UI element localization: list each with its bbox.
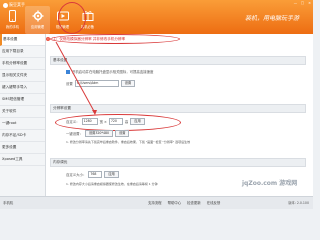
status-link-process[interactable]: 支持流程 [148,200,162,205]
memory-note: 1. 修改内存大小后请重启模拟器使修改生效，在重启后请等候 1 分钟 [66,182,158,186]
memory-input[interactable]: 768 [88,171,103,178]
quick-set-button-320[interactable]: 设置320*480 [84,130,114,137]
status-links: 支持流程 帮助中心 检查更新 在线反馈 [148,200,220,205]
resolution-note: 1. 修改分辨率请先下载完毕后重启软件，重启后效果，下载 "画面" 检查 "分辨… [66,140,190,144]
annotation-arrow-icon [55,41,97,115]
quick-set-button[interactable]: 设置 [115,130,130,137]
section-title: 内存调优 [50,158,306,167]
status-bar: 手机机 支持流程 帮助中心 检查更新 在线反馈 版本: 2.0.100 [0,196,313,209]
watermark: jqZoo.com 游戏网 [242,180,298,187]
status-link-feedback[interactable]: 在线反馈 [207,200,221,205]
quick-set-label: 一键设置： [66,132,83,136]
quick-set-row: 一键设置： 设置320*480 设置 [66,130,130,137]
memory-apply-button[interactable]: 应用 [104,171,119,178]
memory-note-text: 1. 修改内存大小后请重启模拟器使修改生效，在重启后请等候 1 分钟 [66,182,158,186]
version-label: 版本: 2.0.100 [288,201,309,205]
status-left: 手机机 [3,201,14,205]
memory-row: 自定义大小： 768 应用 [66,171,119,178]
memory-prefix: 自定义大小： [66,173,87,177]
status-link-help[interactable]: 帮助中心 [168,200,182,205]
section-memory: 内存调优 [50,158,306,167]
resolution-note-text: 1. 修改分辨率请先下载完毕后重启软件，重启后效果，下载 "画面" 检查 "分辨… [66,140,191,144]
status-link-update[interactable]: 检查更新 [187,200,201,205]
